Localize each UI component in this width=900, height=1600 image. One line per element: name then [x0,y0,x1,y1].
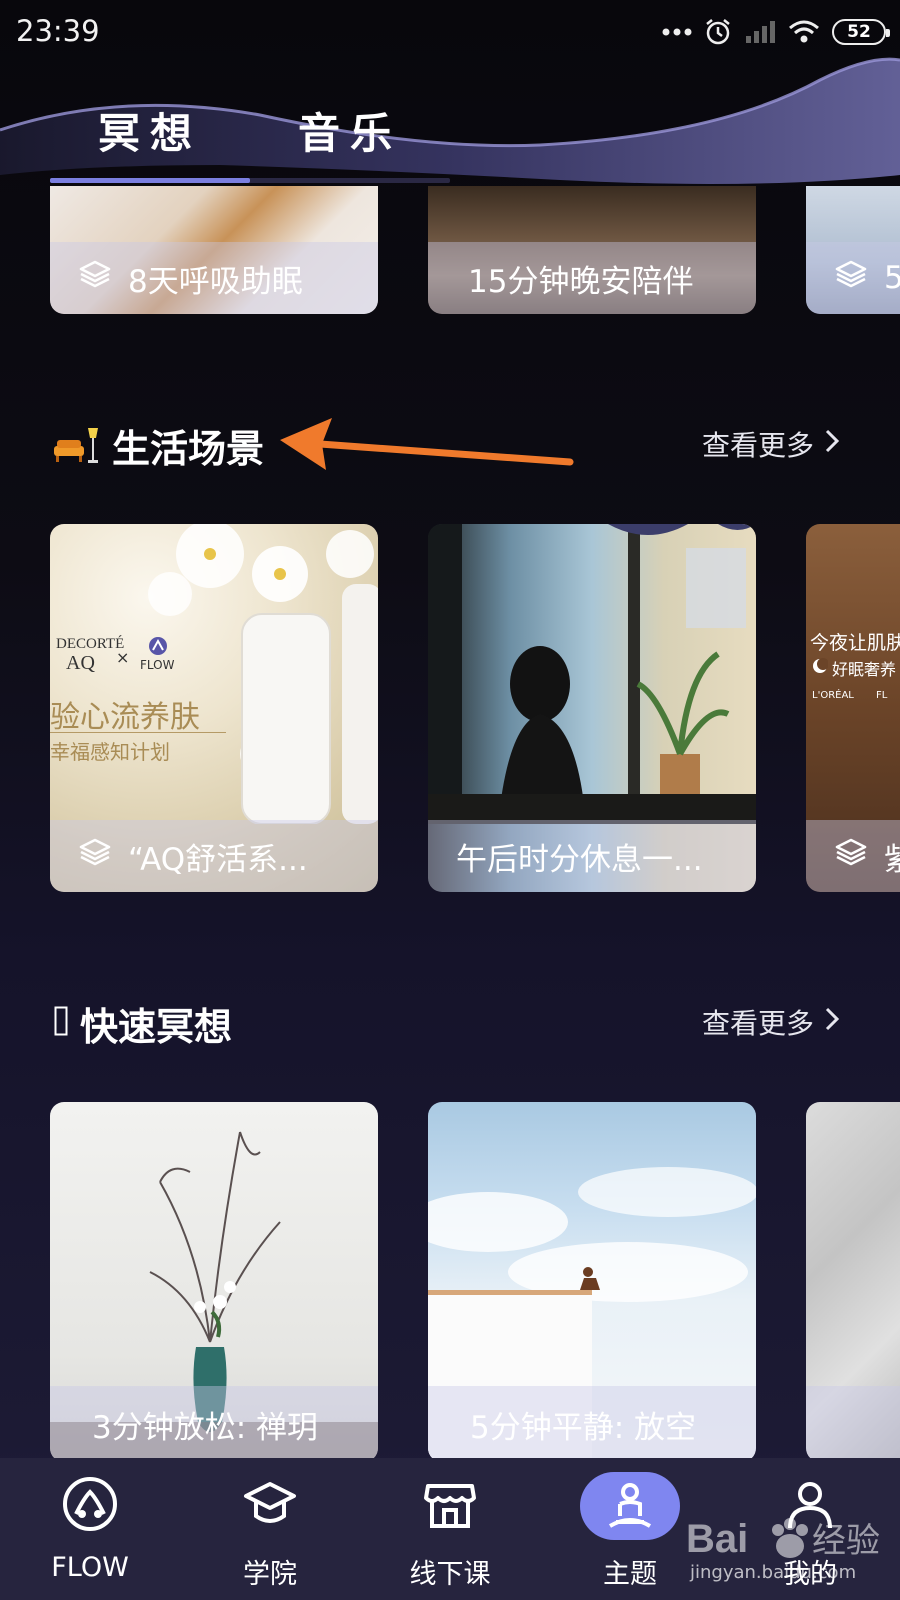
layers-icon [78,837,112,875]
card-title: 5分钟平静: 放空 [470,1409,697,1446]
see-more-link[interactable]: 查看更多 [702,1002,840,1042]
flow-logo-icon [62,1476,118,1536]
brand-decorte: DECORTÉ [56,636,125,652]
course-card[interactable]: 5 [806,186,900,314]
card-title: “AQ舒活系... [128,841,308,878]
card-headline: 今夜让肌肤 [810,632,900,654]
see-more-label: 查看更多 [701,1007,814,1040]
window-scene-illustration [428,524,756,824]
nav-item-offline[interactable]: 线下课 [370,1458,530,1600]
tab-music[interactable]: 音乐 [298,100,402,161]
card-label-bar: “AQ舒活系... [50,820,378,892]
card-label-bar: 午后时分休息一... [428,820,756,892]
flow-logo-small-icon [148,636,168,660]
card-label-bar: 紫 [806,820,900,892]
brand-x: × [116,648,130,667]
chevron-right-icon [824,428,840,461]
card-label-bar [806,1386,900,1462]
more-dots-icon [662,28,692,36]
graduation-cap-icon [242,1476,298,1536]
brand-aq: AQ [66,652,95,674]
headline-divider [50,732,226,733]
layers-icon [834,837,868,875]
missing-glyph-icon [54,1006,68,1040]
top-tabs: 冥想 音乐 [0,100,900,160]
see-more-link[interactable]: 查看更多 [702,424,840,464]
nav-item-academy[interactable]: 学院 [190,1458,350,1600]
meditation-card[interactable]: 5分钟平静: 放空 [428,1102,756,1462]
brand-flow: FLOW [140,658,175,672]
nav-label: 线下课 [409,1559,491,1590]
nav-item-flow[interactable]: FLOW [10,1458,170,1600]
card-headline: 验心流养肤 [50,700,200,735]
course-card[interactable]: 8天呼吸助眠 [50,186,378,314]
nav-label: 学院 [243,1559,297,1590]
section-title: 生活场景 [112,427,265,471]
card-label-bar: 8天呼吸助眠 [50,242,378,314]
brand-loreal: L'ORÉAL [812,690,854,701]
scene-card[interactable]: DECORTÉ AQ × FLOW 验心流养肤 幸福感知计划 “AQ舒活系... [50,524,378,892]
meditation-card[interactable]: 3分钟放松: 禅玥 [50,1102,378,1462]
card-title: 15分钟晚安陪伴 [468,263,694,300]
card-title: 紫 [884,841,900,878]
storefront-icon [422,1476,478,1536]
meditation-person-icon [602,1480,658,1540]
sofa-lamp-icon [52,424,100,468]
card-title: 3分钟放松: 禅玥 [92,1409,319,1446]
see-more-label: 查看更多 [701,429,814,462]
watermark-text: jingyan.baidu.com [690,1562,857,1583]
moon-icon [812,658,829,678]
scene-card[interactable]: 今夜让肌肤 好眠奢养 L'ORÉAL FL 紫 [806,524,900,892]
layers-icon [78,259,112,297]
card-label-bar: 15分钟晚安陪伴 [428,242,756,314]
tab-meditation[interactable]: 冥想 [98,100,202,161]
scene-card[interactable]: 午后时分休息一... [428,524,756,892]
layers-icon [834,259,868,297]
card-title: 8天呼吸助眠 [128,263,303,300]
quick-meditation-header: 快速冥想 查看更多 [50,992,840,1052]
card-title: 5 [884,260,900,296]
course-card[interactable]: 15分钟晚安陪伴 [428,186,756,314]
card-label-bar: 5 [806,242,900,314]
brand-fl: FL [876,690,888,701]
card-label-bar: 5分钟平静: 放空 [428,1386,756,1462]
flowers-bottle-illustration [148,524,378,824]
card-label-bar: 3分钟放松: 禅玥 [50,1386,378,1462]
chevron-right-icon [824,1006,840,1039]
svg-text:Bai: Bai [686,1517,748,1561]
tab-indicator [50,178,250,183]
svg-text:经验: 经验 [812,1521,880,1561]
section-title: 快速冥想 [80,1005,233,1049]
nav-label: FLOW [51,1552,129,1583]
card-title: 午后时分休息一... [456,841,703,878]
arrow-annotation [280,418,574,470]
meditation-card[interactable] [806,1102,900,1462]
card-subline: 幸福感知计划 [50,740,170,764]
card-subline: 好眠奢养 [832,660,897,679]
